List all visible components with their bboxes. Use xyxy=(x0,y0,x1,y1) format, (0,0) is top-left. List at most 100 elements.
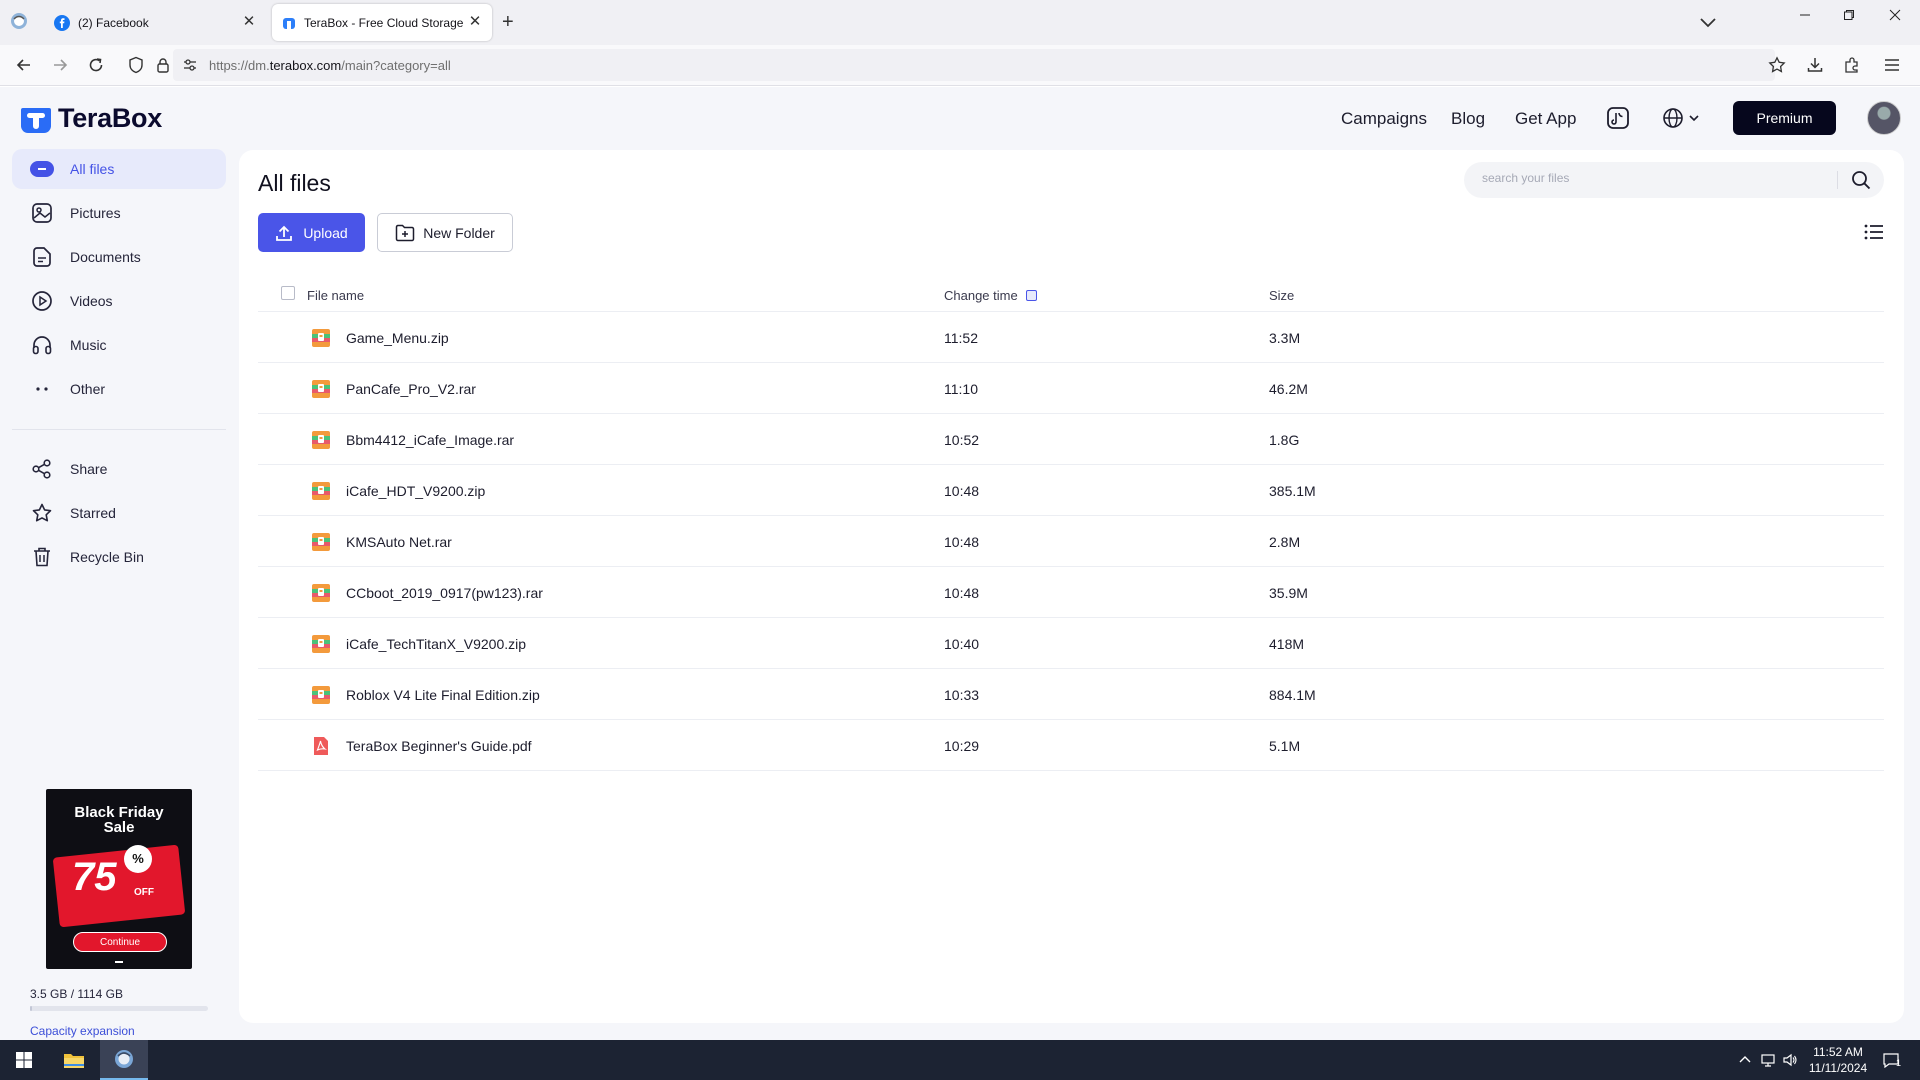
menu-icon[interactable] xyxy=(1881,54,1903,76)
tab-title: TeraBox - Free Cloud Storage U xyxy=(304,15,464,30)
firefox-taskbar-icon[interactable] xyxy=(100,1040,148,1080)
network-icon[interactable] xyxy=(1760,1052,1776,1068)
table-row[interactable]: KMSAuto Net.rar 10:48 2.8M xyxy=(258,516,1884,567)
new-folder-label: New Folder xyxy=(423,224,495,241)
sidebar-item-documents[interactable]: Documents xyxy=(12,237,226,277)
file-name[interactable]: Roblox V4 Lite Final Edition.zip xyxy=(346,687,540,703)
page-title: All files xyxy=(258,170,331,196)
search-box[interactable] xyxy=(1464,162,1884,198)
table-row[interactable]: Roblox V4 Lite Final Edition.zip 10:33 884… xyxy=(258,669,1884,720)
close-tab-icon[interactable]: ✕ xyxy=(240,13,258,31)
windows-start-icon[interactable] xyxy=(0,1040,48,1080)
notification-icon[interactable]: 1 xyxy=(1882,1052,1904,1069)
sidebar-item-starred[interactable]: Starred xyxy=(12,493,226,533)
column-file-name[interactable]: File name xyxy=(307,288,364,303)
archive-file-icon xyxy=(311,685,331,705)
extensions-icon[interactable] xyxy=(1841,54,1863,76)
file-change-time: 10:48 xyxy=(944,534,980,550)
capacity-expansion-link[interactable]: Capacity expansion xyxy=(30,1024,135,1038)
sidebar-item-recycle-bin[interactable]: Recycle Bin xyxy=(12,537,226,577)
new-tab-icon[interactable]: + xyxy=(502,12,514,32)
table-row[interactable]: PanCafe_Pro_V2.rar 11:10 46.2M xyxy=(258,363,1884,414)
promo-continue-button[interactable]: Continue xyxy=(73,932,167,952)
sidebar-item-music[interactable]: Music xyxy=(12,325,226,365)
file-explorer-icon[interactable] xyxy=(50,1040,98,1080)
show-hidden-icons-icon[interactable] xyxy=(1737,1052,1753,1068)
file-name[interactable]: CCboot_2019_0917(pw123).rar xyxy=(346,585,543,601)
table-row[interactable]: TeraBox Beginner's Guide.pdf 10:29 5.1M xyxy=(258,720,1884,771)
column-change-time[interactable]: Change time xyxy=(944,288,1037,303)
sidebar-item-label: Recycle Bin xyxy=(70,549,144,565)
file-name[interactable]: iCafe_TechTitanX_V9200.zip xyxy=(346,636,526,652)
upload-button[interactable]: Upload xyxy=(258,213,365,252)
file-name[interactable]: TeraBox Beginner's Guide.pdf xyxy=(346,738,532,754)
url-domain: terabox.com xyxy=(269,58,342,73)
table-row[interactable]: Bbm4412_iCafe_Image.rar 10:52 1.8G xyxy=(258,414,1884,465)
nav-campaigns[interactable]: Campaigns xyxy=(1341,109,1427,129)
tab-facebook[interactable]: (2) Facebook ✕ xyxy=(44,4,266,41)
taskbar-clock[interactable]: 11:52 AM 11/11/2024 xyxy=(1800,1044,1876,1076)
table-row[interactable]: iCafe_TechTitanX_V9200.zip 10:40 418M xyxy=(258,618,1884,669)
premium-button[interactable]: Premium xyxy=(1733,101,1836,135)
list-all-tabs-icon[interactable] xyxy=(1698,12,1718,37)
sidebar-item-share[interactable]: Share xyxy=(12,449,226,489)
nav-blog[interactable]: Blog xyxy=(1451,109,1485,129)
picture-icon xyxy=(30,201,54,225)
search-input[interactable] xyxy=(1482,171,1822,185)
sidebar-item-label: Music xyxy=(70,337,107,353)
avatar[interactable] xyxy=(1867,101,1901,135)
firefox-view-icon[interactable] xyxy=(8,10,30,32)
downloads-icon[interactable] xyxy=(1804,54,1826,76)
file-name[interactable]: Bbm4412_iCafe_Image.rar xyxy=(346,432,514,448)
language-selector[interactable] xyxy=(1662,107,1700,129)
table-row[interactable]: Game_Menu.zip 11:52 3.3M xyxy=(258,312,1884,363)
lock-icon[interactable] xyxy=(152,54,174,76)
terabox-favicon-icon xyxy=(283,17,295,29)
column-size[interactable]: Size xyxy=(1269,288,1294,303)
back-icon[interactable] xyxy=(13,54,35,76)
trash-icon xyxy=(30,545,54,569)
browser-tab-strip: (2) Facebook ✕ TeraBox - Free Cloud Stor… xyxy=(0,0,1920,45)
new-folder-button[interactable]: New Folder xyxy=(377,213,513,252)
sidebar-item-pictures[interactable]: Pictures xyxy=(12,193,226,233)
pdf-file-icon xyxy=(311,736,331,756)
reload-icon[interactable] xyxy=(85,54,107,76)
facebook-icon xyxy=(54,14,70,31)
minimize-icon[interactable] xyxy=(1782,0,1828,30)
select-all-checkbox[interactable] xyxy=(281,286,295,300)
headphones-icon xyxy=(30,333,54,357)
sidebar-divider xyxy=(12,429,226,430)
file-name[interactable]: Game_Menu.zip xyxy=(346,330,449,346)
tab-terabox[interactable]: TeraBox - Free Cloud Storage U ✕ xyxy=(272,4,492,41)
sidebar-item-label: Pictures xyxy=(70,205,121,221)
upload-icon xyxy=(276,225,293,241)
url-bar[interactable]: https://dm.terabox.com/main?category=all xyxy=(173,49,1775,81)
new-folder-icon xyxy=(395,224,415,241)
search-icon[interactable] xyxy=(1850,169,1872,191)
sidebar-item-videos[interactable]: Videos xyxy=(12,281,226,321)
file-name[interactable]: PanCafe_Pro_V2.rar xyxy=(346,381,476,397)
black-friday-promo-banner[interactable]: Black Friday Sale 75 % OFF Continue xyxy=(46,789,192,969)
permissions-icon[interactable] xyxy=(179,54,201,76)
list-view-icon[interactable] xyxy=(1863,221,1885,243)
bookmark-star-icon[interactable] xyxy=(1766,54,1788,76)
close-window-icon[interactable] xyxy=(1872,0,1918,30)
sidebar-item-all-files[interactable]: All files xyxy=(12,149,226,189)
sidebar-item-other[interactable]: Other xyxy=(12,369,226,409)
archive-file-icon xyxy=(311,379,331,399)
file-change-time: 10:33 xyxy=(944,687,980,703)
terabox-logo[interactable]: TeraBox xyxy=(20,103,162,134)
table-row[interactable]: CCboot_2019_0917(pw123).rar 10:48 35.9M xyxy=(258,567,1884,618)
sort-icon[interactable] xyxy=(1025,290,1037,301)
file-change-time: 10:48 xyxy=(944,585,980,601)
file-name[interactable]: iCafe_HDT_V9200.zip xyxy=(346,483,485,499)
restore-icon[interactable] xyxy=(1826,0,1872,30)
tiktok-icon[interactable] xyxy=(1607,107,1629,134)
tracking-protection-icon[interactable] xyxy=(125,54,147,76)
close-tab-icon[interactable]: ✕ xyxy=(466,13,484,31)
forward-icon[interactable] xyxy=(49,54,71,76)
nav-get-app[interactable]: Get App xyxy=(1515,109,1576,129)
file-name[interactable]: KMSAuto Net.rar xyxy=(346,534,452,550)
volume-icon[interactable] xyxy=(1782,1052,1798,1068)
table-row[interactable]: iCafe_HDT_V9200.zip 10:48 385.1M xyxy=(258,465,1884,516)
